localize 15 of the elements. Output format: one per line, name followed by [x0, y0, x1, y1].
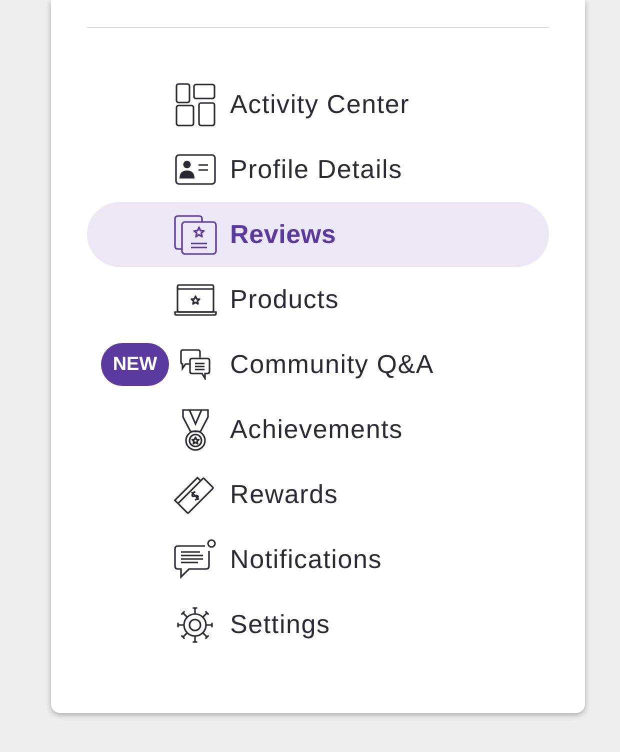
chat-bubbles-icon [180, 349, 210, 380]
menu-item[interactable]: Products [87, 267, 549, 332]
menu-item[interactable]: Activity Center [87, 72, 549, 137]
menu-item[interactable]: NEW Community Q&A [87, 332, 549, 397]
menu-item[interactable]: Rewards [87, 462, 549, 527]
new-badge: NEW [101, 343, 169, 386]
grid-icon [174, 82, 216, 126]
star-card-icon [174, 214, 216, 254]
menu-item[interactable]: Achievements [87, 397, 549, 462]
menu-item[interactable]: Notifications [87, 527, 549, 592]
menu-item[interactable]: Settings [87, 592, 549, 657]
id-card-icon [174, 154, 216, 185]
message-icon [174, 538, 216, 580]
menu-item[interactable]: Reviews [87, 202, 549, 267]
menu-item[interactable]: Profile Details [87, 137, 549, 202]
